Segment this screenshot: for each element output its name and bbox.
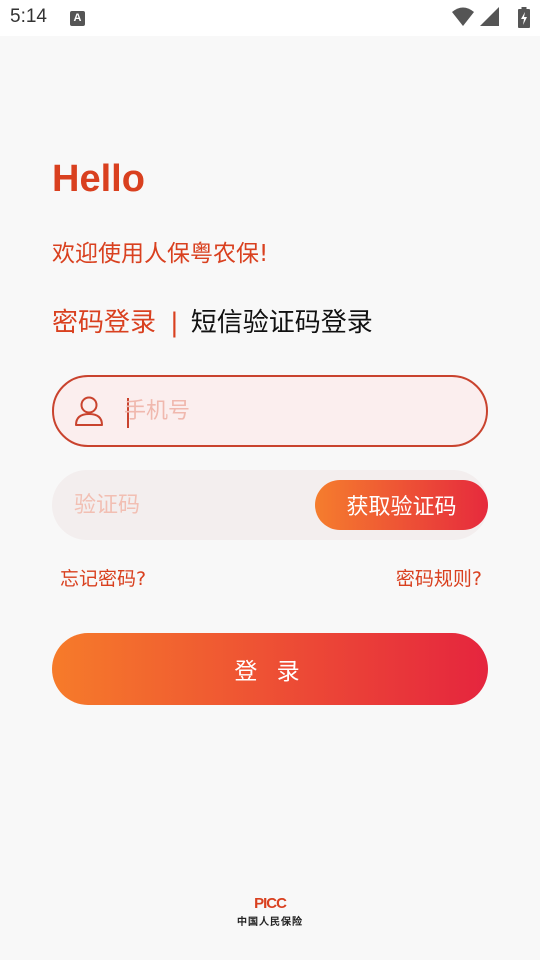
verification-code-input[interactable] [74, 470, 294, 540]
tab-sms-login[interactable]: 短信验证码登录 [191, 308, 373, 338]
picc-logo: PICC 中国人民保险 [0, 895, 540, 928]
wifi-icon [452, 7, 474, 26]
login-button[interactable]: 登 录 [52, 633, 488, 705]
user-icon [75, 396, 103, 426]
picc-logo-text: 中国人民保险 [237, 917, 303, 928]
tab-password-login[interactable]: 密码登录 [52, 308, 156, 338]
welcome-subtitle: 欢迎使用人保粤农保! [52, 241, 269, 267]
get-code-button[interactable]: 获取验证码 [315, 480, 488, 530]
signal-icon [480, 7, 499, 26]
phone-field[interactable] [52, 375, 488, 447]
status-bar: 5:14 A [0, 0, 540, 36]
notification-a-icon: A [70, 11, 85, 26]
hello-title: Hello [52, 158, 145, 200]
tab-divider: | [170, 308, 179, 338]
picc-logo-mark: PICC [254, 895, 287, 912]
phone-input[interactable] [124, 377, 464, 445]
password-rules-link[interactable]: 密码规则? [396, 564, 482, 591]
verification-code-field: 获取验证码 [52, 470, 488, 540]
status-time: 5:14 [10, 6, 47, 27]
forgot-password-link[interactable]: 忘记密码? [60, 564, 146, 591]
battery-charging-icon [518, 7, 530, 28]
login-tabs: 密码登录 | 短信验证码登录 [52, 302, 373, 339]
